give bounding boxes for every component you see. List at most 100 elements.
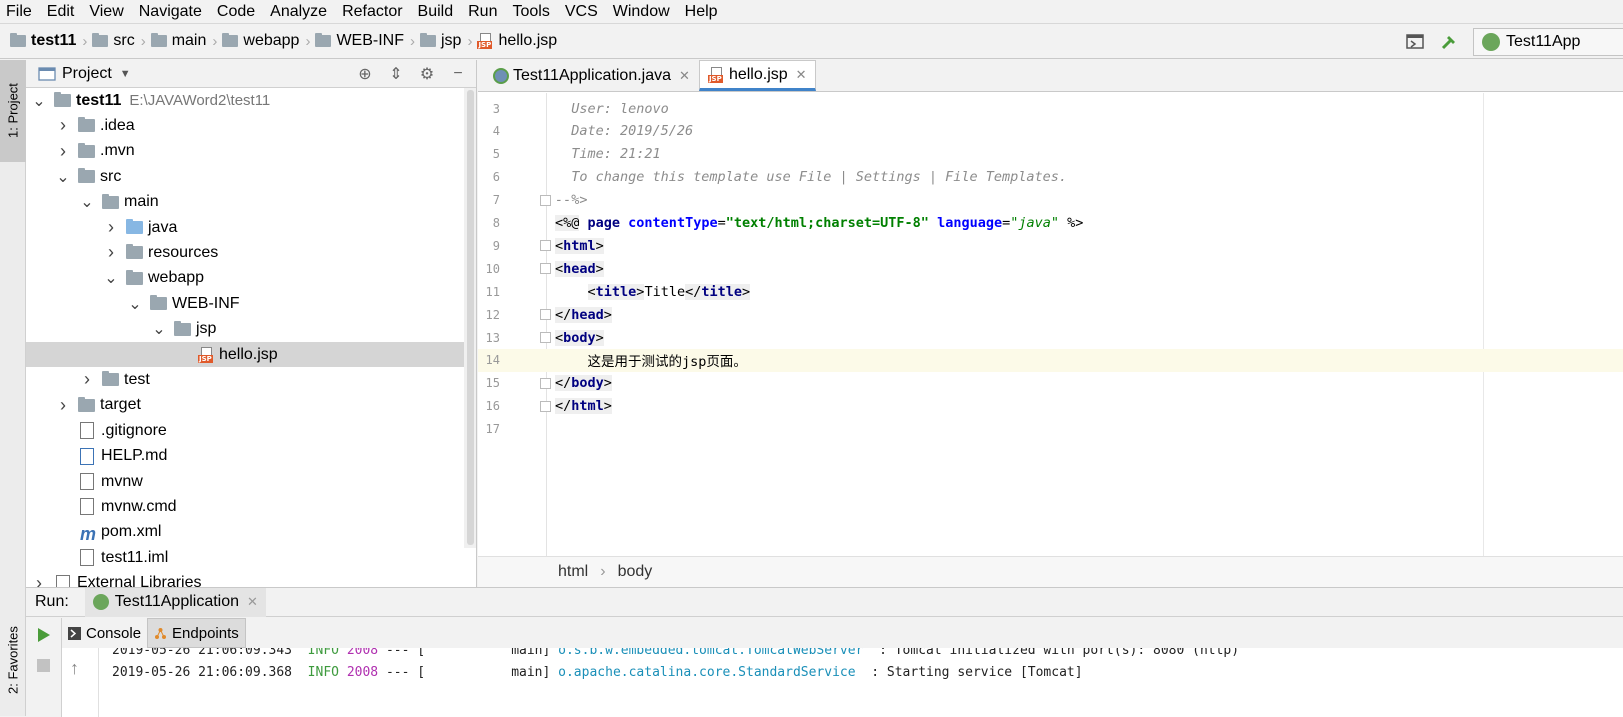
tree-item[interactable]: › test: [26, 367, 476, 392]
code-line[interactable]: 15 </body>: [478, 372, 1623, 395]
chevron-right-icon[interactable]: ›: [56, 115, 70, 136]
chevron-down-icon[interactable]: ⌄: [152, 319, 166, 339]
code-line[interactable]: 4 Date: 2019/5/26: [478, 120, 1623, 143]
code-line[interactable]: 11 <title>Title</title>: [478, 280, 1623, 303]
fold-marker-icon[interactable]: [540, 263, 551, 275]
editor-tab[interactable]: Test11Application.java ✕: [484, 60, 699, 91]
chevron-right-icon[interactable]: ›: [80, 369, 94, 390]
tree-item[interactable]: ⌄ jsp: [26, 317, 476, 342]
tree-item[interactable]: › target: [26, 393, 476, 418]
layout-icon[interactable]: [1405, 32, 1425, 52]
code-line[interactable]: 8 <%@ page contentType="text/html;charset…: [478, 212, 1623, 235]
chevron-right-icon[interactable]: ›: [56, 395, 70, 416]
code-line[interactable]: 5 Time: 21:21: [478, 143, 1623, 166]
code-line[interactable]: 14 这是用于测试的jsp页面。: [478, 348, 1623, 372]
breadcrumb-item[interactable]: src ›: [92, 32, 150, 50]
code-line[interactable]: 10 <head>: [478, 257, 1623, 280]
code-line[interactable]: 17: [478, 418, 1623, 441]
menu-file[interactable]: File: [6, 3, 32, 21]
tree-item[interactable]: JSP hello.jsp: [26, 342, 476, 367]
menu-build[interactable]: Build: [418, 3, 454, 21]
code-line[interactable]: 3 User: lenovo: [478, 97, 1623, 120]
build-hammer-icon[interactable]: [1439, 32, 1459, 52]
menu-view[interactable]: View: [89, 3, 123, 21]
code-line[interactable]: 6 To change this template use File | Set…: [478, 166, 1623, 189]
favorites-tool-tab[interactable]: 2: Favorites: [0, 610, 26, 710]
stop-icon[interactable]: [37, 659, 50, 672]
fold-marker-icon[interactable]: [540, 240, 551, 252]
chevron-down-icon[interactable]: ⌄: [32, 91, 46, 111]
gear-icon[interactable]: ⚙: [417, 64, 437, 84]
project-panel-title[interactable]: Project: [62, 65, 112, 83]
tree-item[interactable]: test11.iml: [26, 545, 476, 570]
close-icon[interactable]: ✕: [796, 67, 807, 83]
code-line[interactable]: 16 </html>: [478, 395, 1623, 418]
tree-item[interactable]: ⌄ src: [26, 164, 476, 189]
breadcrumb-item[interactable]: jsp ›: [419, 32, 477, 50]
menu-edit[interactable]: Edit: [47, 3, 75, 21]
tab-endpoints[interactable]: Endpoints: [147, 618, 246, 648]
tree-item[interactable]: HELP.md: [26, 444, 476, 469]
tree-item[interactable]: .gitignore: [26, 418, 476, 443]
menu-analyze[interactable]: Analyze: [270, 3, 327, 21]
editor-breadcrumb-html[interactable]: html: [558, 563, 588, 581]
console-output[interactable]: ↑ 2019-05-26 21:06:09.343 INFO 2008 --- …: [62, 648, 1623, 717]
tree-item[interactable]: m pom.xml: [26, 520, 476, 545]
tree-item[interactable]: › External Libraries: [26, 571, 476, 587]
tree-item[interactable]: ⌄ test11 E:\JAVAWord2\test11: [26, 88, 476, 113]
editor-tab[interactable]: JSP hello.jsp ✕: [698, 60, 816, 91]
breadcrumb-item[interactable]: JSP hello.jsp: [477, 32, 557, 50]
menu-window[interactable]: Window: [613, 3, 670, 21]
collapse-all-icon[interactable]: ⇕: [386, 64, 406, 84]
menu-refactor[interactable]: Refactor: [342, 3, 402, 21]
fold-marker-icon[interactable]: [540, 400, 551, 412]
editor-breadcrumb-body[interactable]: body: [618, 563, 653, 581]
menu-tools[interactable]: Tools: [512, 3, 549, 21]
fold-marker-icon[interactable]: [540, 332, 551, 343]
tree-item[interactable]: ⌄ main: [26, 190, 476, 215]
run-configuration-select[interactable]: Test11App: [1473, 28, 1623, 56]
tree-item[interactable]: › java: [26, 215, 476, 240]
code-line[interactable]: 12 </head>: [478, 303, 1623, 326]
code-line[interactable]: 9 <html>: [478, 234, 1623, 257]
fold-marker-icon[interactable]: [540, 194, 551, 206]
chevron-right-icon[interactable]: ›: [56, 141, 70, 162]
tree-item[interactable]: › .idea: [26, 113, 476, 138]
menu-code[interactable]: Code: [217, 3, 255, 21]
chevron-right-icon[interactable]: ›: [32, 573, 46, 587]
run-tab-test11application[interactable]: Test11Application ✕: [84, 587, 266, 617]
close-icon[interactable]: ✕: [247, 594, 258, 610]
tree-item[interactable]: › resources: [26, 240, 476, 265]
project-scrollbar[interactable]: [464, 88, 476, 548]
menu-run[interactable]: Run: [468, 3, 497, 21]
close-icon[interactable]: ✕: [679, 68, 690, 84]
minimize-icon[interactable]: −: [448, 64, 468, 84]
breadcrumb-item[interactable]: WEB-INF ›: [315, 32, 420, 50]
scroll-up-arrow-icon[interactable]: ↑: [70, 658, 79, 679]
chevron-right-icon[interactable]: ›: [104, 217, 118, 238]
breadcrumb-item[interactable]: main ›: [150, 32, 223, 50]
breadcrumb-item[interactable]: webapp ›: [222, 32, 315, 50]
tree-item[interactable]: mvnw: [26, 469, 476, 494]
tab-console[interactable]: Console: [62, 618, 147, 648]
menu-navigate[interactable]: Navigate: [139, 3, 202, 21]
tree-item[interactable]: ⌄ webapp: [26, 266, 476, 291]
menu-vcs[interactable]: VCS: [565, 3, 598, 21]
chevron-right-icon[interactable]: ›: [104, 242, 118, 263]
tree-item[interactable]: › .mvn: [26, 139, 476, 164]
locate-crosshair-icon[interactable]: ⊕: [355, 64, 375, 84]
breadcrumb-item[interactable]: test11 ›: [10, 32, 92, 50]
menu-help[interactable]: Help: [685, 3, 718, 21]
chevron-down-icon[interactable]: ⌄: [56, 167, 70, 187]
chevron-down-icon[interactable]: ⌄: [80, 192, 94, 212]
chevron-down-icon[interactable]: ▼: [120, 68, 131, 80]
chevron-down-icon[interactable]: ⌄: [128, 294, 142, 314]
chevron-down-icon[interactable]: ⌄: [104, 268, 118, 288]
rerun-play-icon[interactable]: [38, 628, 50, 642]
tree-item[interactable]: ⌄ WEB-INF: [26, 291, 476, 316]
code-line[interactable]: 7 --%>: [478, 189, 1623, 212]
tree-item[interactable]: mvnw.cmd: [26, 494, 476, 519]
fold-marker-icon[interactable]: [540, 377, 551, 389]
code-line[interactable]: 13 <body>: [478, 326, 1623, 349]
project-tool-tab[interactable]: 1: Project: [0, 60, 26, 162]
